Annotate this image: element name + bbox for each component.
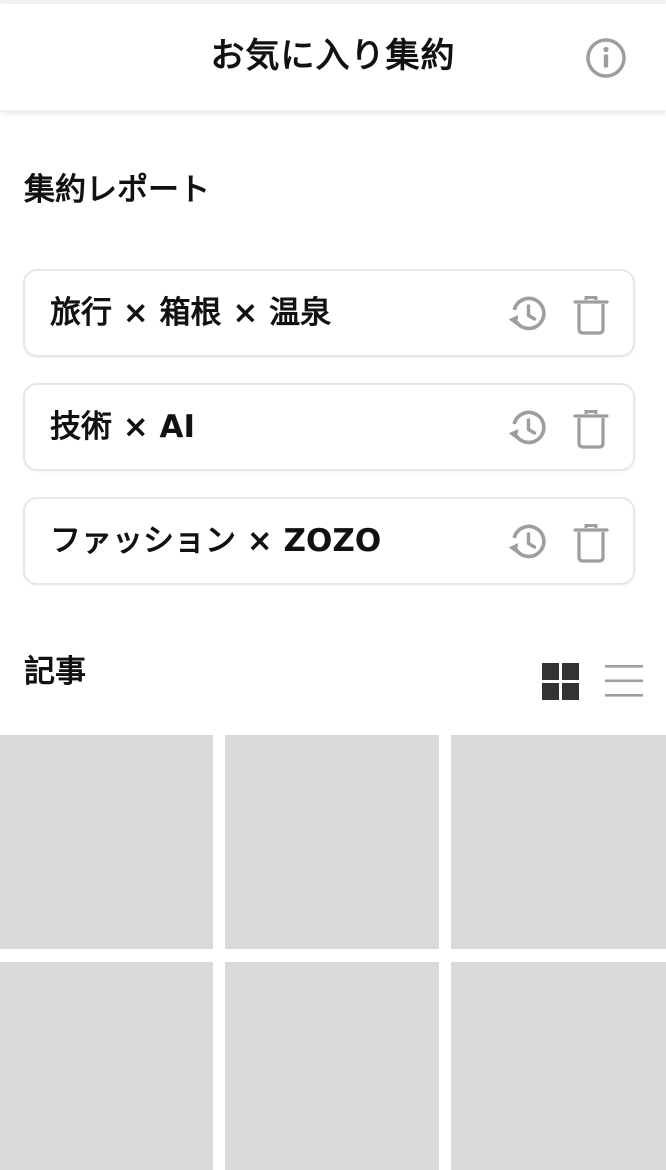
report-label: 旅行 × 箱根 × 温泉 bbox=[50, 295, 332, 331]
history-button[interactable] bbox=[508, 523, 548, 563]
list-view-button[interactable] bbox=[605, 663, 643, 699]
article-tile[interactable] bbox=[451, 962, 666, 1170]
report-card[interactable]: 旅行 × 箱根 × 温泉 bbox=[23, 269, 635, 357]
report-card[interactable]: ファッション × ZOZO bbox=[23, 497, 635, 585]
article-tile[interactable] bbox=[0, 735, 213, 949]
trash-icon bbox=[573, 296, 609, 335]
list-view-icon bbox=[605, 665, 643, 697]
delete-button[interactable] bbox=[573, 295, 609, 335]
article-tile[interactable] bbox=[225, 962, 439, 1170]
page-title: お気に入り集約 bbox=[210, 36, 456, 76]
article-tile[interactable] bbox=[451, 735, 666, 949]
app-header: お気に入り集約 bbox=[0, 4, 666, 110]
articles-section-title: 記事 bbox=[24, 654, 86, 690]
article-tile[interactable] bbox=[0, 962, 213, 1170]
history-icon bbox=[508, 410, 546, 445]
report-card[interactable]: 技術 × AI bbox=[23, 383, 635, 471]
history-button[interactable] bbox=[508, 409, 548, 449]
trash-icon bbox=[573, 410, 609, 449]
grid-view-icon bbox=[542, 663, 579, 700]
report-label: 技術 × AI bbox=[50, 409, 196, 445]
history-button[interactable] bbox=[508, 295, 548, 335]
grid-view-button[interactable] bbox=[542, 663, 579, 700]
history-icon bbox=[508, 296, 546, 331]
article-tile[interactable] bbox=[225, 735, 439, 949]
delete-button[interactable] bbox=[573, 523, 609, 563]
history-icon bbox=[508, 524, 546, 559]
report-label: ファッション × ZOZO bbox=[50, 523, 382, 559]
trash-icon bbox=[573, 524, 609, 563]
info-button[interactable] bbox=[585, 37, 627, 79]
delete-button[interactable] bbox=[573, 409, 609, 449]
info-circle-icon bbox=[586, 38, 626, 78]
reports-section-title: 集約レポート bbox=[24, 172, 210, 208]
app-screen: お気に入り集約 集約レポート 旅行 × 箱根 × 温泉 技術 × AI ファッシ… bbox=[0, 0, 666, 1170]
